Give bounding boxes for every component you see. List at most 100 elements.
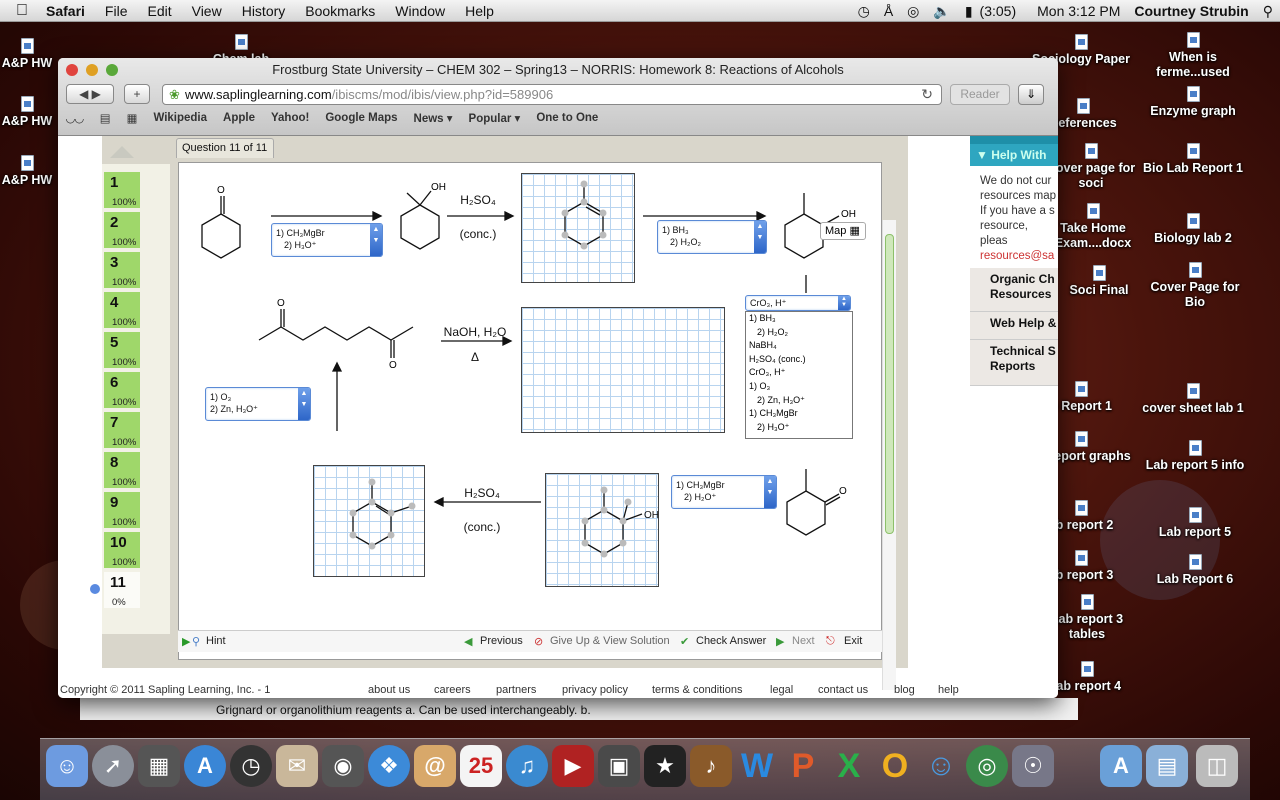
help-with-header[interactable]: ▼ Help With [970,144,1058,166]
footer-link-partners[interactable]: partners [496,684,536,696]
give-up-button[interactable]: Give Up & View Solution [550,635,670,647]
bookmark-popular[interactable]: Popular ▾ [461,111,529,125]
scroll-thumb[interactable] [885,234,894,534]
next-button[interactable]: Next [792,635,815,647]
footer-link-terms[interactable]: terms & conditions [652,684,742,696]
excel-icon[interactable]: X [828,745,870,787]
option-item[interactable]: 1) O₃ [749,380,849,394]
launchpad-icon[interactable]: ➚ [92,745,134,787]
panel-item-web-help[interactable]: Web Help & [970,312,1058,340]
footer-link-help[interactable]: help [938,684,959,696]
bookmark-wikipedia[interactable]: Wikipedia [145,112,215,124]
imovie-icon[interactable]: ★ [644,745,686,787]
footer-link-legal[interactable]: legal [770,684,793,696]
question-nav-item[interactable]: 2 100% [104,212,140,250]
documents-folder-icon[interactable]: ▤ [1146,745,1188,787]
applications-folder-icon[interactable]: A [1100,745,1142,787]
reader-button[interactable]: Reader [950,84,1010,105]
wifi-icon[interactable]: ◎ [900,0,926,22]
battery-status[interactable]: ▮ (3:05) [958,0,1030,22]
back-forward-buttons[interactable]: ◀ ▶ [66,84,114,104]
volume-icon[interactable]: 🔈 [926,0,957,22]
outlook-icon[interactable]: O [874,745,916,787]
reagent-select-1[interactable]: 1) CH₃MgBr 2) H₃O⁺ ▲ ▼ [271,223,383,257]
option-item[interactable]: 2) H₂O₂ [749,326,849,340]
desktop-file-icon[interactable]: When is ferme...used [1138,32,1248,80]
question-nav-item[interactable]: 3 100% [104,252,140,290]
question-nav-item[interactable]: 6 100% [104,372,140,410]
downloads-icon[interactable]: ⇓ [1018,84,1044,105]
menu-help[interactable]: Help [455,0,504,22]
mail-icon[interactable]: ✉ [276,745,318,787]
messenger-icon[interactable]: ☺ [920,745,962,787]
menu-history[interactable]: History [232,0,296,22]
clock[interactable]: Mon 3:12 PM [1030,0,1127,22]
desktop-file-icon[interactable]: Lab report 5 info [1140,440,1250,473]
option-item[interactable]: 2) Zn, H₃O⁺ [749,394,849,408]
exit-button[interactable]: Exit [844,635,862,647]
question-nav-item[interactable]: 10 100% [104,532,140,570]
menu-view[interactable]: View [182,0,232,22]
desktop-file-icon[interactable]: Lab Report 6 [1140,554,1250,587]
panel-item-organic-resources[interactable]: Organic Ch Resources [970,268,1058,312]
nav-up-icon[interactable] [110,146,134,158]
bluetooth-icon[interactable]: Å [877,0,900,22]
desktop-file-icon[interactable]: Cover Page for Bio [1140,262,1250,310]
footer-link-privacy[interactable]: privacy policy [562,684,628,696]
garageband-icon[interactable]: ♪ [690,745,732,787]
photo-booth-icon[interactable]: ▣ [598,745,640,787]
reagent-select-2[interactable]: 1) BH₃ 2) H₂O₂ ▲ ▼ [657,220,767,254]
trash-icon[interactable]: ◫ [1196,745,1238,787]
question-nav-item[interactable]: 7 100% [104,412,140,450]
menu-window[interactable]: Window [385,0,455,22]
drawing-canvas-1[interactable] [521,173,635,283]
option-item[interactable]: 1) BH₃ [749,312,849,326]
hint-button[interactable]: Hint [206,635,226,647]
dvd-player-icon[interactable]: ▶ [552,745,594,787]
question-nav-item[interactable]: 11 0% [104,572,140,610]
safari-icon[interactable]: ❖ [368,745,410,787]
hint-expand-icon[interactable]: ▶ [182,635,190,648]
map-button[interactable]: Map ▦ [820,222,866,240]
menu-file[interactable]: File [95,0,138,22]
reagent-select-3[interactable]: 1) O₃ 2) Zn, H₃O⁺ ▲ ▼ [205,387,311,421]
option-item[interactable]: NaBH₄ [749,339,849,353]
check-answer-button[interactable]: Check Answer [696,635,766,647]
option-item[interactable]: H₂SO₄ (conc.) [749,353,849,367]
desktop-file-icon[interactable]: Soci Final [1044,265,1154,298]
reload-icon[interactable]: ↻ [921,85,933,104]
question-nav-item[interactable]: 1 100% [104,172,140,210]
satellite-icon[interactable]: ☉ [1012,745,1054,787]
question-nav-item[interactable]: 9 100% [104,492,140,530]
drawing-canvas-2[interactable] [521,307,725,433]
apple-menu-icon[interactable]:  [0,0,36,22]
itunes-icon[interactable]: ♫ [506,745,548,787]
top-sites-icon[interactable]: ▦ [119,111,146,125]
bookmarks-book-icon[interactable]: ▤ [92,111,119,125]
question-nav-item[interactable]: 5 100% [104,332,140,370]
reading-list-icon[interactable]: ◡◡ [58,111,92,125]
option-item[interactable]: CrO₃, H⁺ [749,366,849,380]
app-store-icon[interactable]: A [184,745,226,787]
time-machine-icon[interactable]: ◷ [851,0,877,22]
address-bar[interactable]: ❀ www.saplinglearning.com/ibiscms/mod/ib… [162,84,942,105]
desktop-file-icon[interactable]: Bio Lab Report 1 [1138,143,1248,176]
question-tab[interactable]: Question 11 of 11 [176,138,274,158]
panel-item-technical-reports[interactable]: Technical S Reports [970,340,1058,386]
footer-link-blog[interactable]: blog [894,684,915,696]
reagent-select-open[interactable]: CrO₃, H⁺ ▲ ▼ [745,295,851,311]
dashboard-icon[interactable]: ▦ [138,745,180,787]
new-tab-button[interactable]: + [124,84,150,104]
question-nav-item[interactable]: 4 100% [104,292,140,330]
bookmark-news[interactable]: News ▾ [406,111,461,125]
menu-edit[interactable]: Edit [137,0,181,22]
option-item[interactable]: 1) CH₃MgBr [749,407,849,421]
user-name[interactable]: Courtney Strubin [1127,0,1255,22]
desktop-file-icon[interactable]: Lab report 5 [1140,507,1250,540]
calendar-icon[interactable]: 25 [460,745,502,787]
footer-link-about[interactable]: about us [368,684,410,696]
bookmark-google-maps[interactable]: Google Maps [317,112,405,124]
word-icon[interactable]: W [736,745,778,787]
bookmark-one-to-one[interactable]: One to One [528,112,606,124]
address-book-icon[interactable]: @ [414,745,456,787]
